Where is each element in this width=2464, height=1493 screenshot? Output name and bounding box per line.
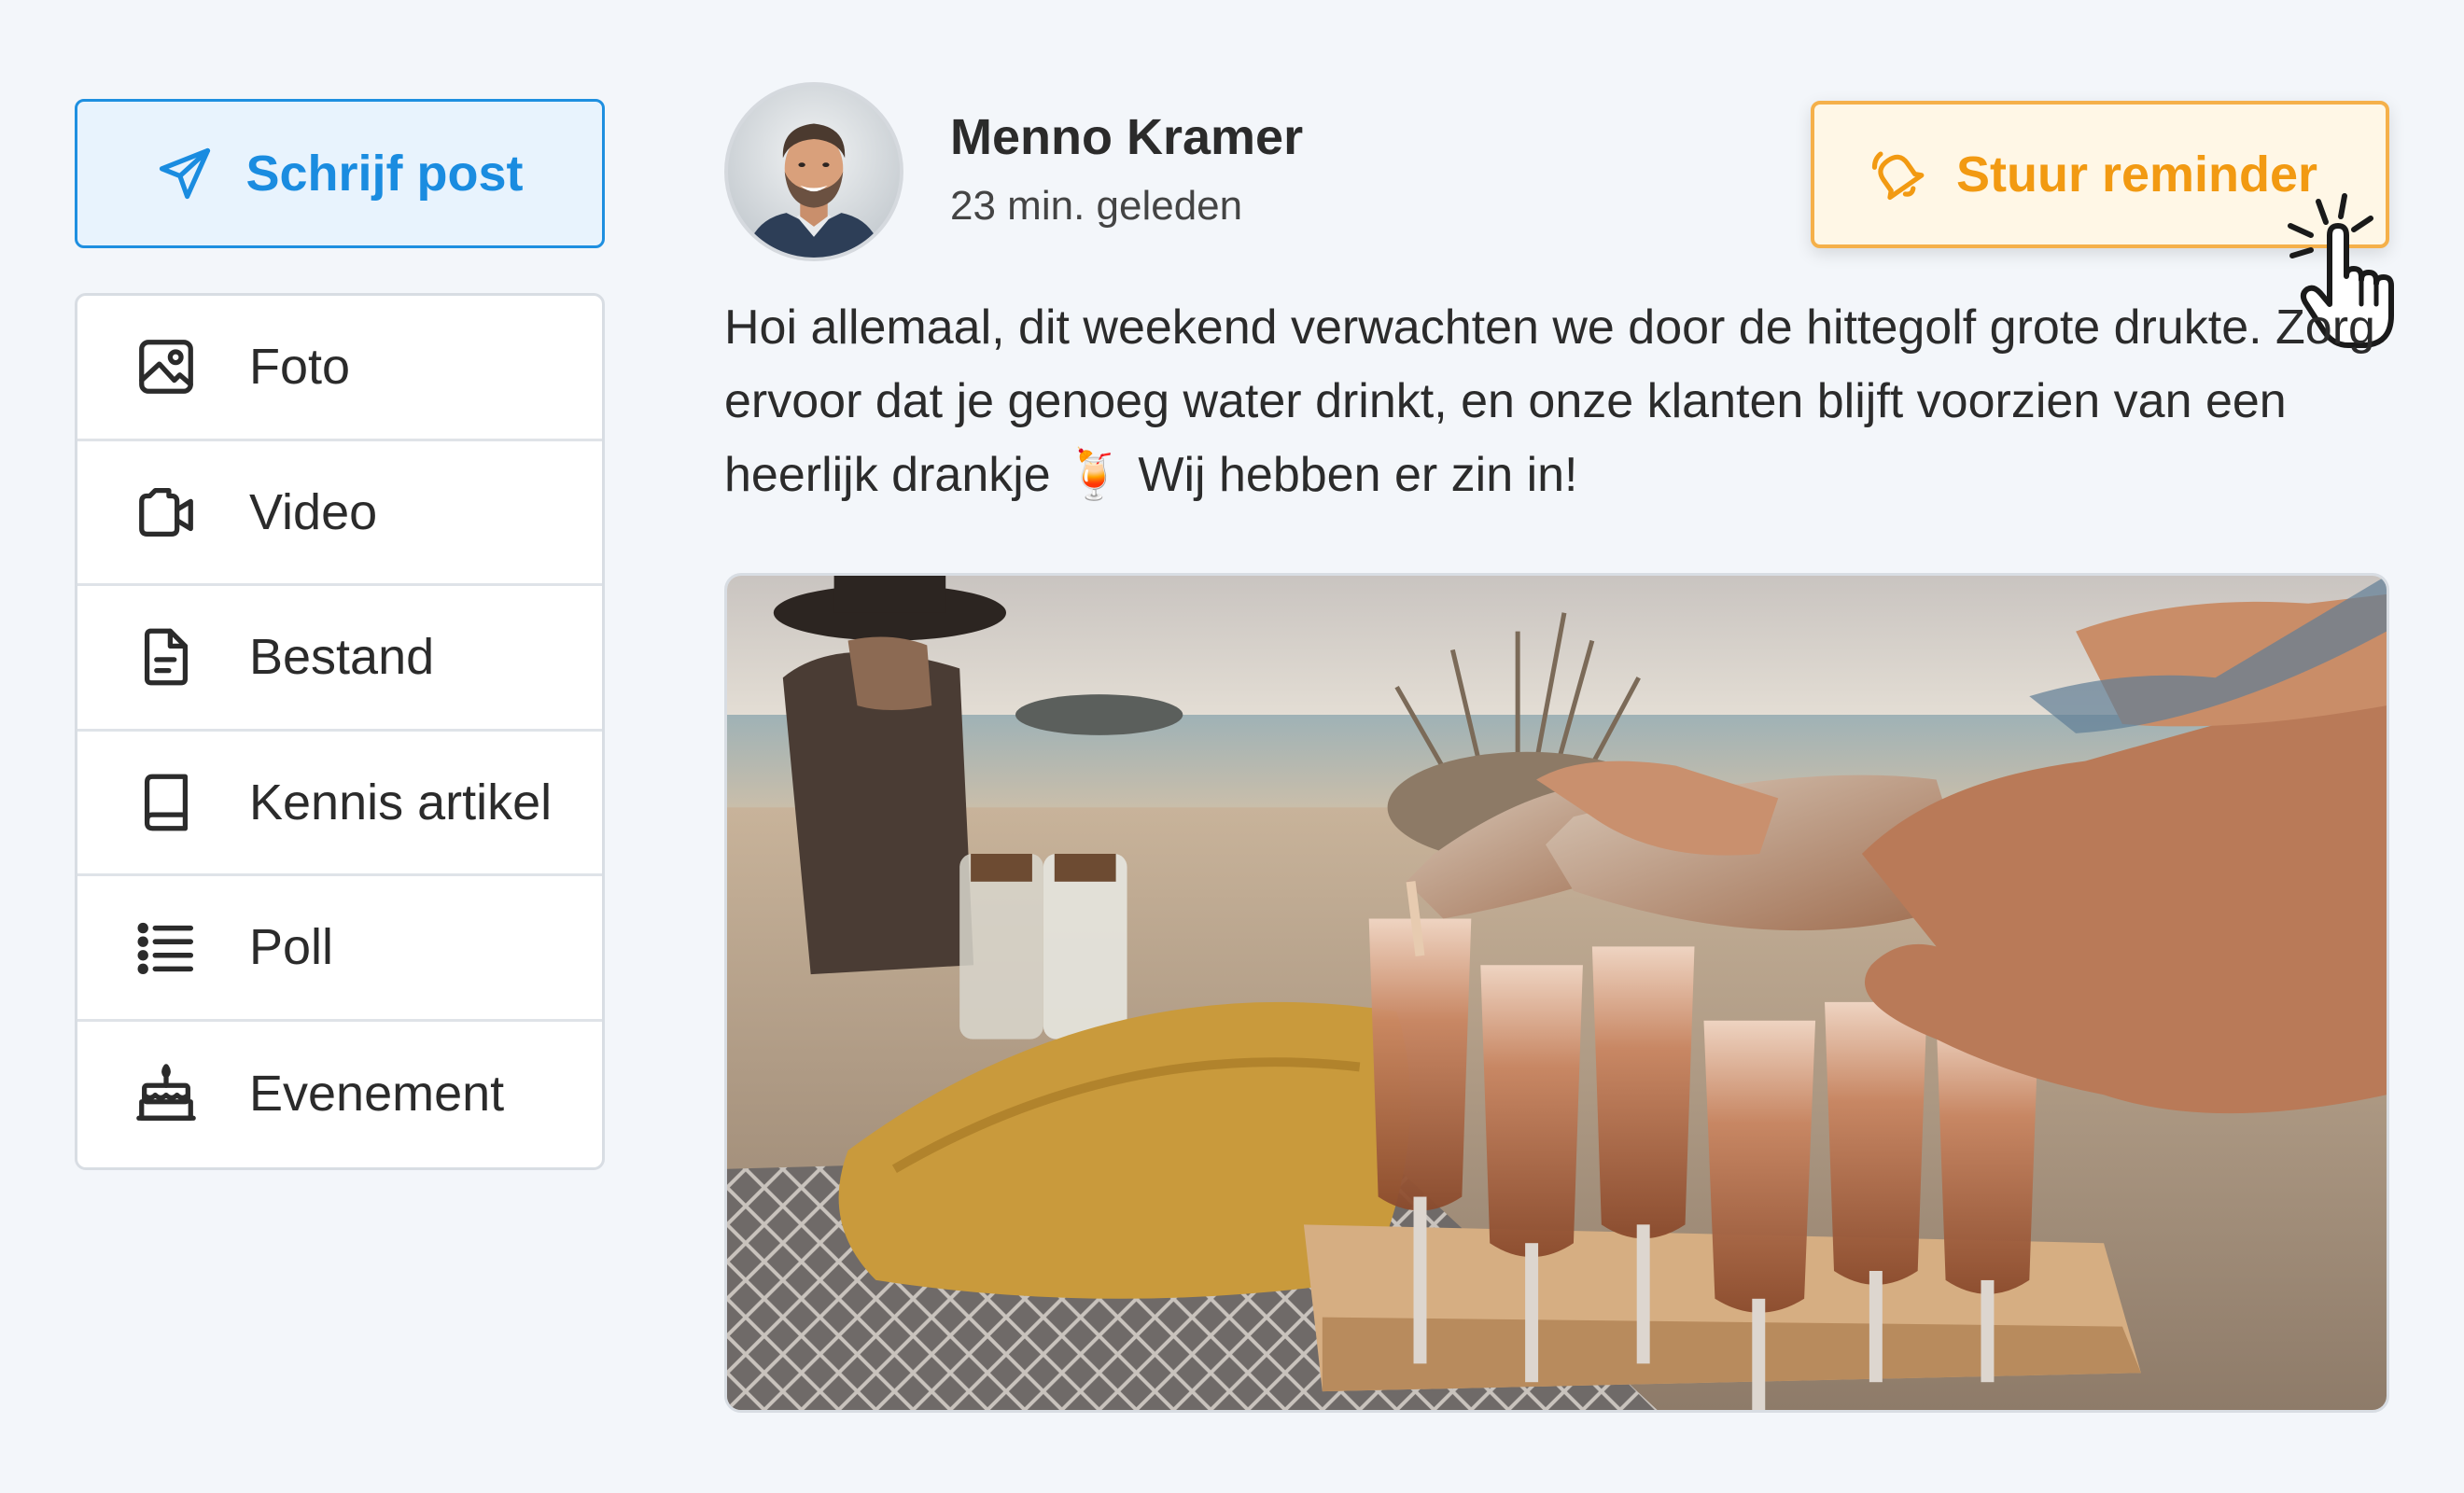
- post-image[interactable]: [724, 573, 2389, 1413]
- menu-item-poll[interactable]: Poll: [77, 876, 602, 1022]
- video-camera-icon: [133, 480, 199, 545]
- post-body-text: Hoi allemaal, dit weekend verwachten we …: [724, 300, 2375, 502]
- menu-item-foto[interactable]: Foto: [77, 296, 602, 441]
- menu-item-label: Evenement: [249, 1066, 505, 1123]
- file-icon: [133, 624, 199, 690]
- menu-item-label: Video: [249, 483, 378, 540]
- menu-item-kennis-artikel[interactable]: Kennis artikel: [77, 732, 602, 876]
- menu-item-bestand[interactable]: Bestand: [77, 586, 602, 732]
- send-reminder-label: Stuur reminder: [1956, 147, 2318, 202]
- menu-item-video[interactable]: Video: [77, 441, 602, 586]
- cake-icon: [133, 1061, 199, 1126]
- image-icon: [133, 334, 199, 399]
- menu-item-evenement[interactable]: Evenement: [77, 1022, 602, 1167]
- post-timestamp: 23 min. geleden: [950, 183, 1243, 229]
- list-icon: [133, 914, 199, 980]
- book-icon: [133, 770, 199, 835]
- avatar[interactable]: [724, 82, 903, 261]
- avatar-photo: [728, 86, 900, 258]
- menu-item-label: Bestand: [249, 629, 435, 686]
- write-post-label: Schrijf post: [245, 146, 524, 202]
- bell-icon: [1871, 151, 1925, 201]
- menu-item-label: Kennis artikel: [249, 774, 553, 830]
- write-post-button[interactable]: Schrijf post: [75, 99, 605, 248]
- author-name[interactable]: Menno Kramer: [950, 108, 1303, 166]
- menu-item-label: Poll: [249, 919, 334, 976]
- attachment-menu: Foto Video Bestand Kennis artikel Poll E…: [75, 293, 605, 1170]
- menu-item-label: Foto: [249, 339, 351, 396]
- paper-plane-icon: [160, 147, 211, 200]
- post-composer-screen: Schrijf post Foto Video Bestand Kennis a…: [0, 0, 2464, 1493]
